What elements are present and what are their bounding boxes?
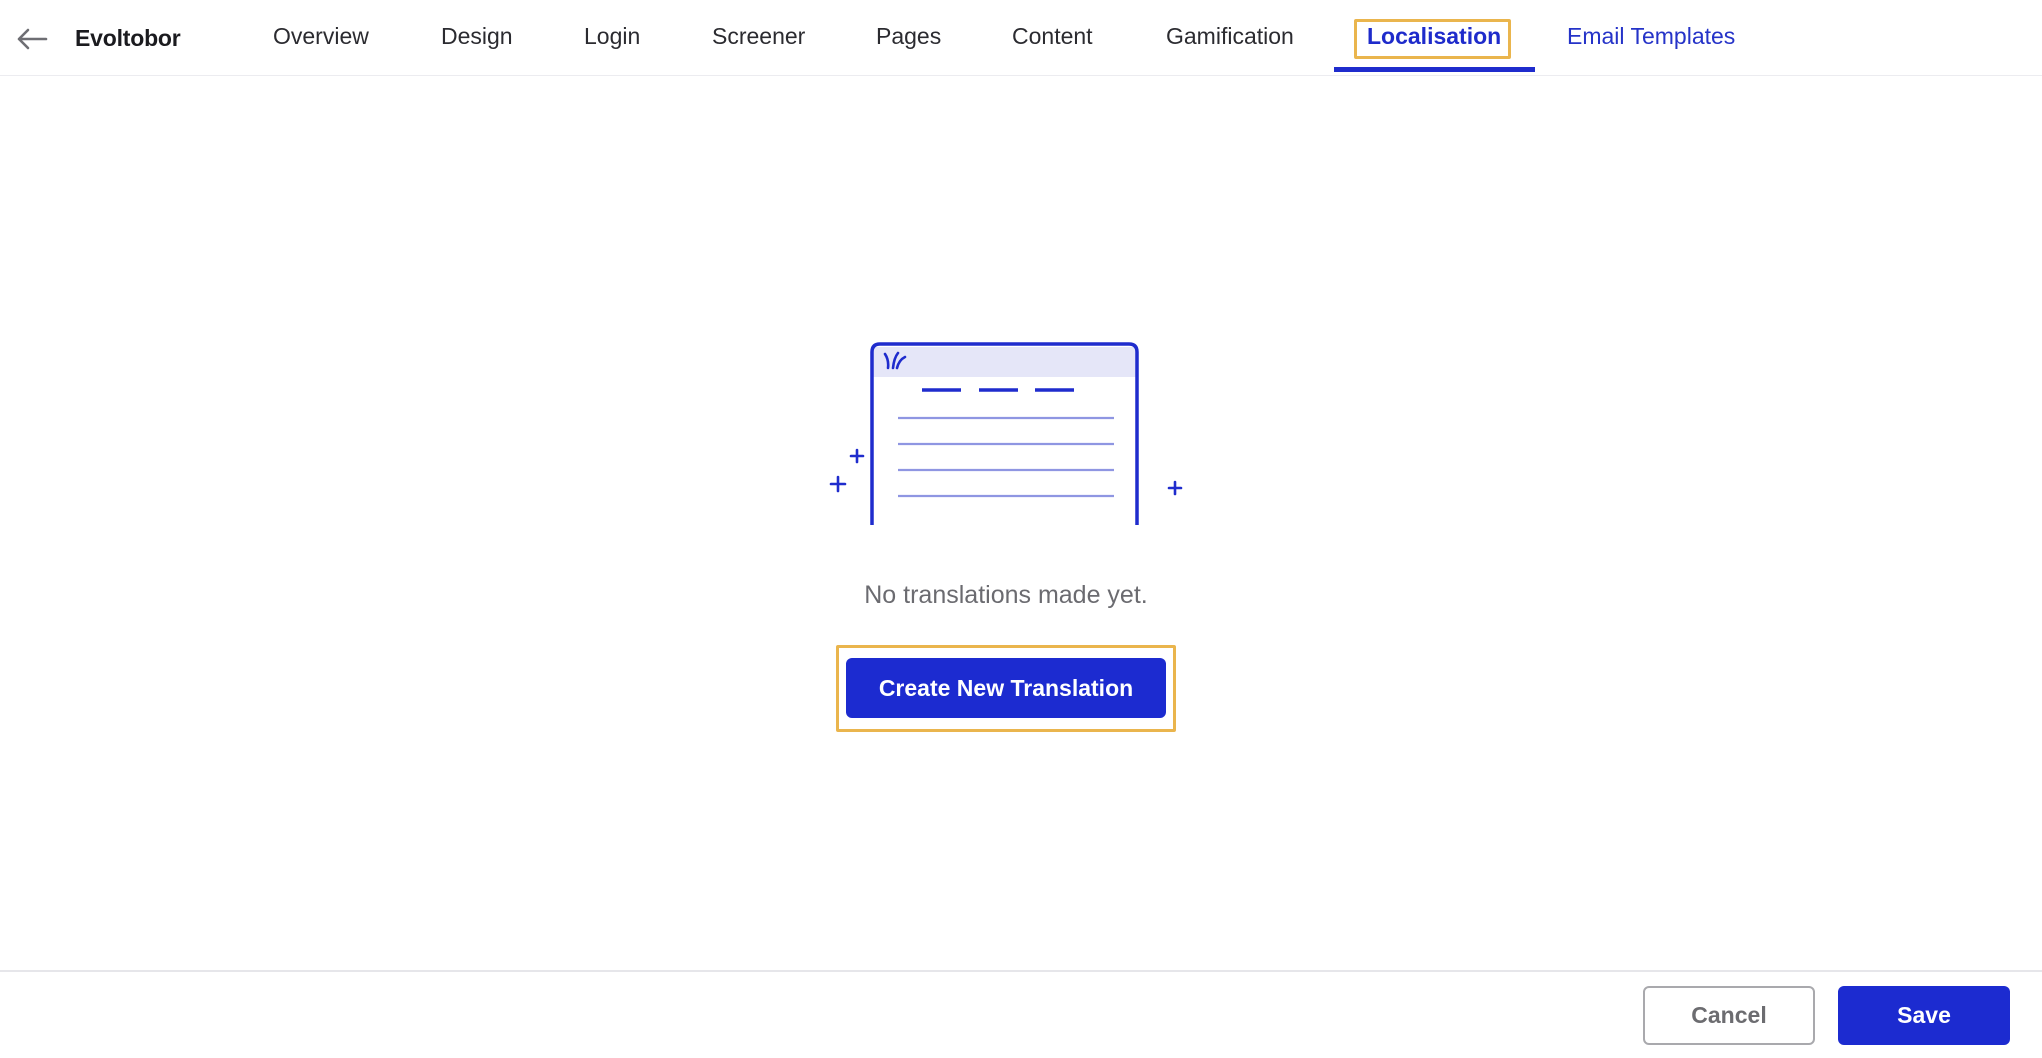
tab-email-templates[interactable]: Email Templates <box>1567 23 1735 50</box>
tab-design[interactable]: Design <box>441 23 513 50</box>
plus-icon <box>829 448 1183 496</box>
back-button[interactable] <box>12 22 52 56</box>
create-new-translation-button[interactable]: Create New Translation <box>846 658 1166 718</box>
tab-login[interactable]: Login <box>584 23 640 50</box>
tab-localisation[interactable]: Localisation <box>1367 23 1501 50</box>
cancel-button[interactable]: Cancel <box>1643 986 1815 1045</box>
app-title: Evoltobor <box>75 25 181 51</box>
top-nav: Evoltobor Overview Design Login Screener… <box>0 0 2042 76</box>
tab-screener[interactable]: Screener <box>712 23 805 50</box>
active-tab-indicator <box>1334 67 1535 72</box>
tab-pages[interactable]: Pages <box>876 23 941 50</box>
document-translation-illustration <box>829 342 1183 525</box>
arrow-left-icon <box>17 28 48 50</box>
footer-divider <box>0 970 2042 972</box>
tab-overview[interactable]: Overview <box>273 23 369 50</box>
tab-content[interactable]: Content <box>1012 23 1093 50</box>
tab-gamification[interactable]: Gamification <box>1166 23 1294 50</box>
empty-state-message: No translations made yet. <box>864 581 1148 609</box>
save-button[interactable]: Save <box>1838 986 2010 1045</box>
